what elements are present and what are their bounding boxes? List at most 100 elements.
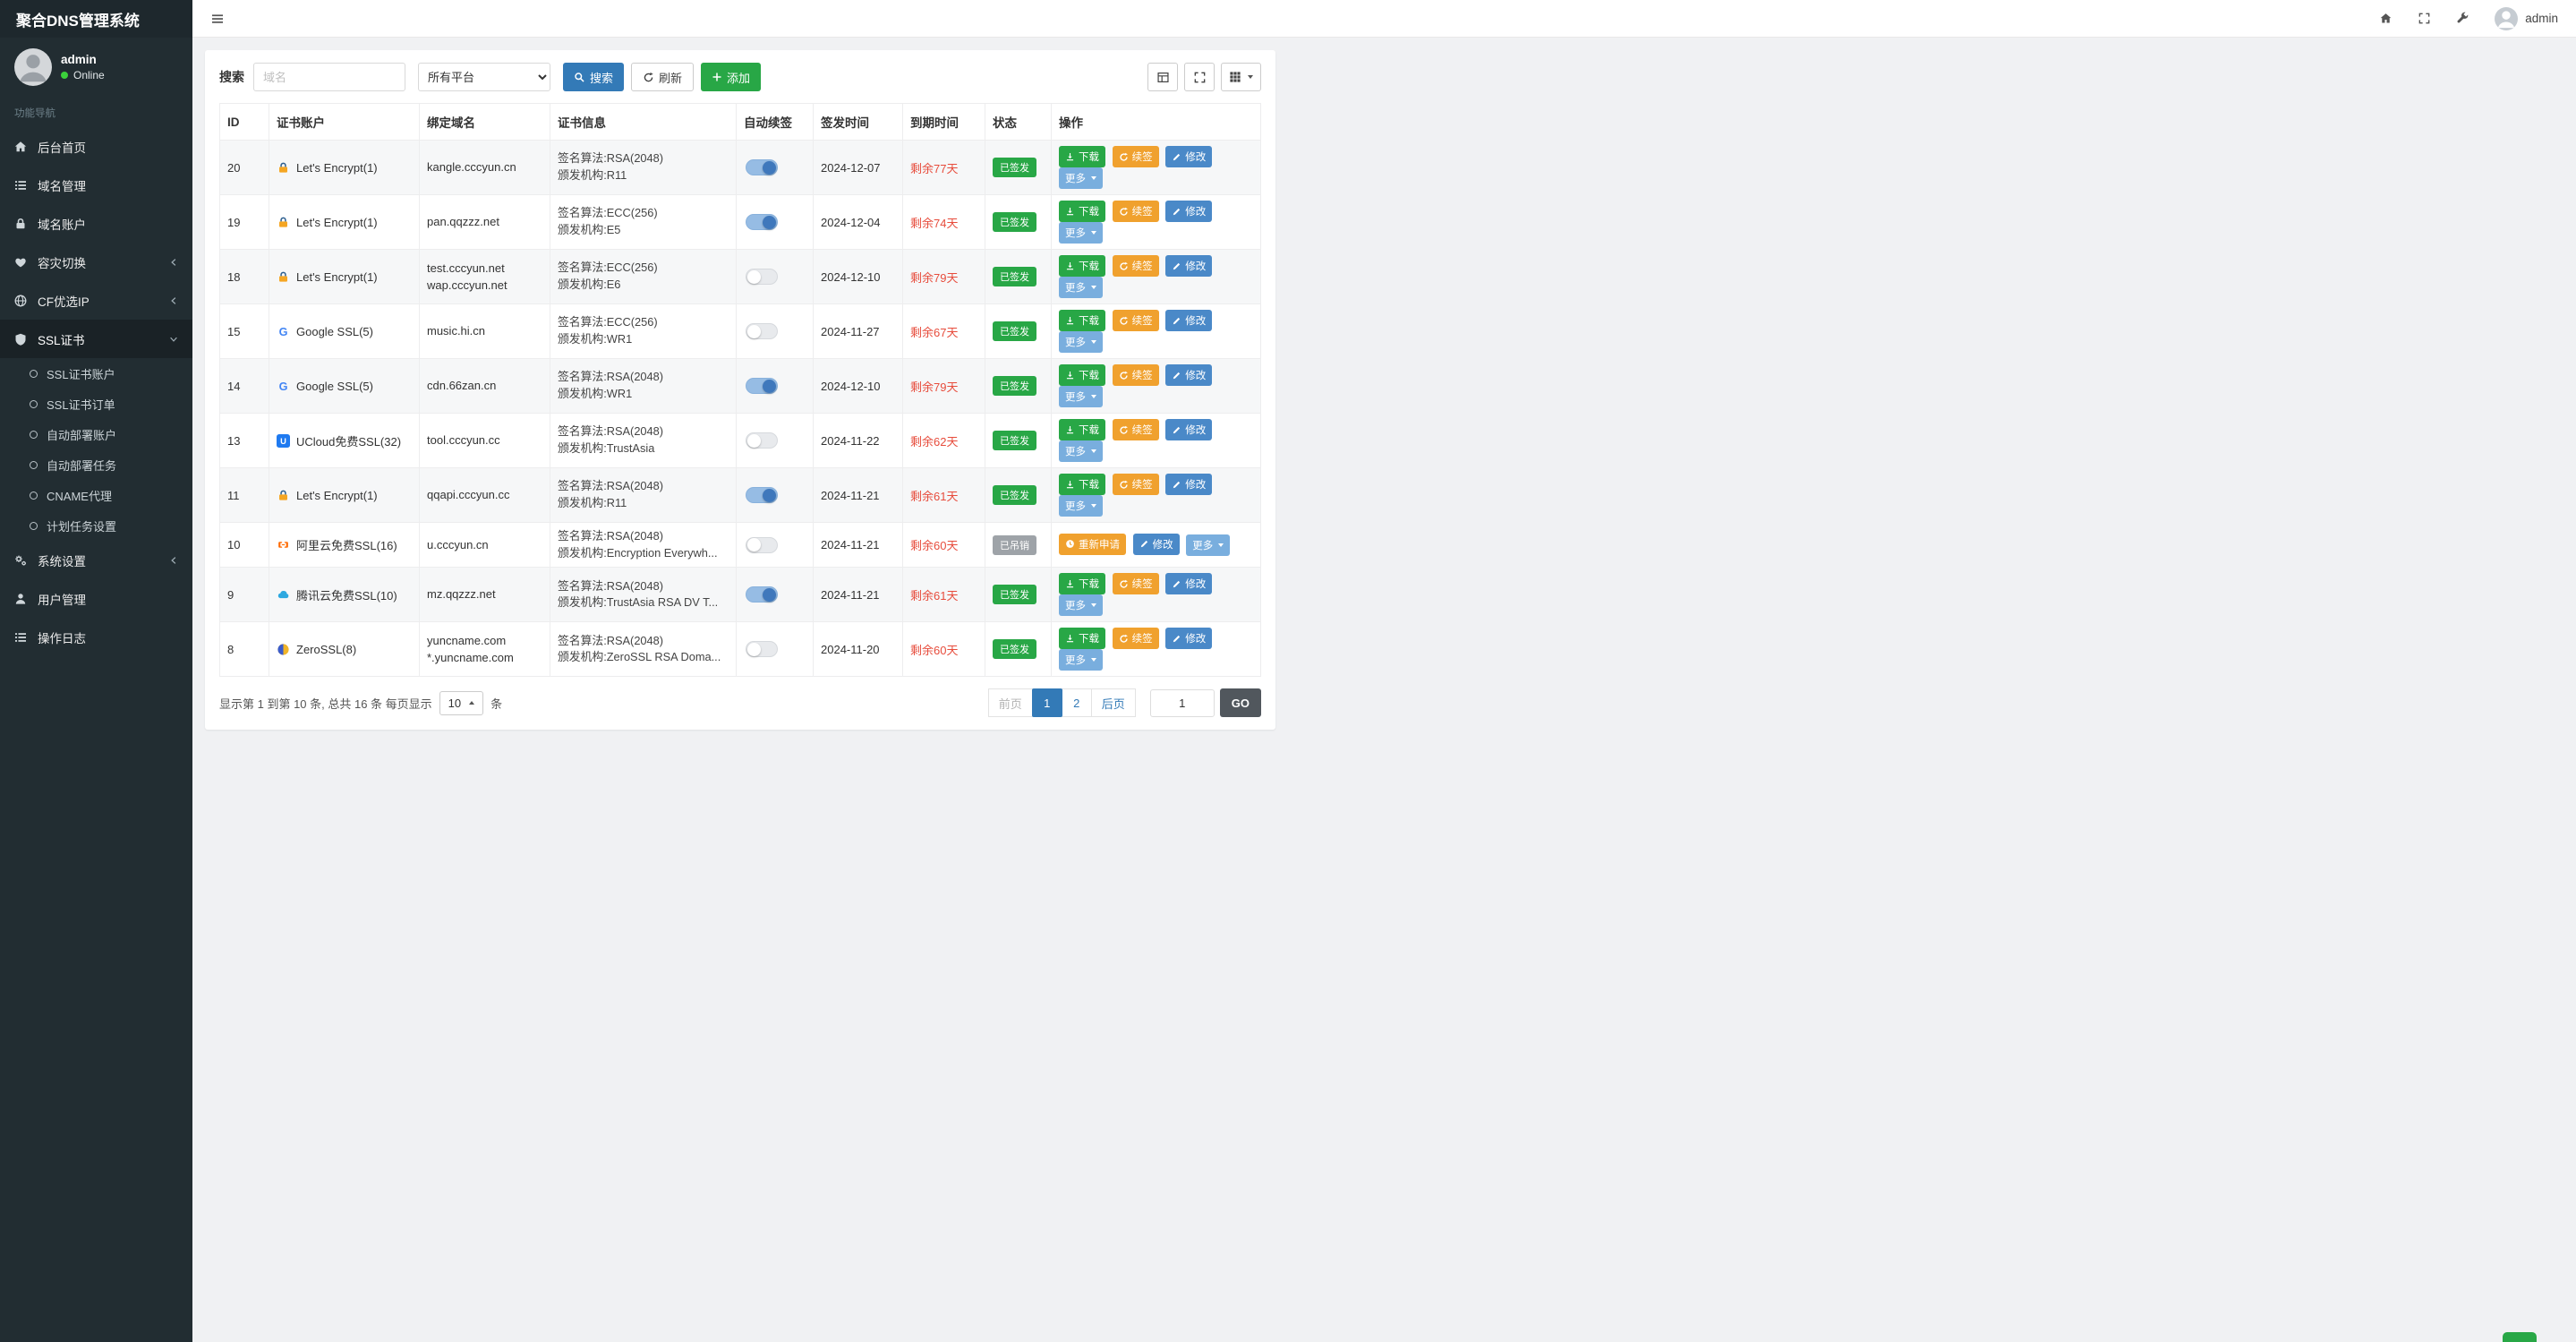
wrench-icon[interactable] [2456, 12, 2469, 25]
auto-renew-toggle[interactable] [746, 269, 778, 285]
page-button-2[interactable]: 2 [1061, 688, 1092, 718]
more-button[interactable]: 更多 [1059, 594, 1103, 617]
sidebar-subitem-ssl-accounts[interactable]: SSL证书账户 [0, 358, 192, 389]
table-fullscreen-button[interactable] [1184, 63, 1215, 91]
renew-button[interactable]: 续签 [1112, 201, 1159, 222]
download-button[interactable]: 下载 [1059, 364, 1105, 386]
download-button[interactable]: 下载 [1059, 628, 1105, 650]
refresh-button[interactable]: 刷新 [631, 63, 695, 91]
renew-button[interactable]: 续签 [1112, 310, 1159, 331]
sidebar-item-domains[interactable]: 域名管理 [0, 166, 192, 204]
page-button-1[interactable]: 1 [1031, 688, 1062, 718]
more-button[interactable]: 更多 [1059, 386, 1103, 407]
home-icon[interactable] [2379, 12, 2393, 25]
auto-renew-toggle[interactable] [746, 586, 778, 603]
sidebar-item-ssl[interactable]: SSL证书 [0, 320, 192, 358]
edit-button[interactable]: 修改 [1165, 573, 1213, 595]
renew-button[interactable]: 续签 [1112, 364, 1159, 386]
sidebar-item-dashboard[interactable]: 后台首页 [0, 127, 192, 166]
edit-button[interactable]: 修改 [1165, 255, 1213, 277]
edit-button[interactable]: 修改 [1165, 310, 1213, 331]
sidebar-item-settings[interactable]: 系统设置 [0, 541, 192, 579]
card-view-button[interactable] [1147, 63, 1178, 91]
sidebar-subitem-ssl-orders[interactable]: SSL证书订单 [0, 389, 192, 419]
edit-button[interactable]: 修改 [1165, 146, 1213, 167]
bound-domain: kangle.cccyun.cn [427, 160, 516, 175]
more-button[interactable]: 更多 [1059, 277, 1103, 298]
edit-button[interactable]: 修改 [1165, 201, 1213, 222]
auto-renew-toggle[interactable] [746, 378, 778, 394]
download-button[interactable]: 下载 [1059, 255, 1105, 277]
prev-page-button[interactable]: 前页 [987, 688, 1033, 718]
account-link[interactable]: ZeroSSL(8) [296, 643, 356, 656]
renew-button[interactable]: 续签 [1112, 255, 1159, 277]
account-link[interactable]: Let's Encrypt(1) [296, 489, 378, 502]
fullscreen-icon[interactable] [2418, 12, 2431, 25]
account-link[interactable]: Let's Encrypt(1) [296, 270, 378, 284]
download-button[interactable]: 下载 [1059, 146, 1105, 167]
edit-button[interactable]: 修改 [1165, 474, 1213, 495]
sidebar-subitem-cron-settings[interactable]: 计划任务设置 [0, 510, 192, 541]
go-button[interactable]: GO [1219, 688, 1261, 718]
add-button[interactable]: 添加 [701, 63, 762, 91]
account-link[interactable]: Let's Encrypt(1) [296, 161, 378, 175]
edit-button[interactable]: 修改 [1132, 533, 1180, 555]
edit-button[interactable]: 修改 [1165, 628, 1213, 650]
more-button[interactable]: 更多 [1059, 167, 1103, 189]
page-size-select[interactable]: 10 [439, 690, 484, 715]
auto-renew-toggle[interactable] [746, 214, 778, 230]
renew-button[interactable]: 续签 [1112, 573, 1159, 595]
download-button[interactable]: 下载 [1059, 573, 1105, 595]
sidebar-subitem-cname-proxy[interactable]: CNAME代理 [0, 480, 192, 510]
auto-renew-toggle[interactable] [746, 536, 778, 553]
edit-button[interactable]: 修改 [1165, 419, 1213, 440]
account-link[interactable]: 阿里云免费SSL(16) [296, 536, 397, 553]
download-button[interactable]: 下载 [1059, 419, 1105, 440]
account-link[interactable]: Google SSL(5) [296, 325, 373, 338]
expire-cell: 剩余60天 [902, 521, 985, 568]
search-input[interactable] [253, 63, 405, 91]
auto-renew-toggle[interactable] [746, 641, 778, 658]
sidebar-subitem-deploy-accounts[interactable]: 自动部署账户 [0, 419, 192, 449]
account-link[interactable]: Google SSL(5) [296, 380, 373, 393]
sidebar-toggle-icon[interactable] [207, 8, 228, 30]
reapply-button[interactable]: 重新申请 [1059, 533, 1126, 555]
sidebar-item-failover[interactable]: 容灾切换 [0, 243, 192, 281]
more-button[interactable]: 更多 [1059, 222, 1103, 244]
renew-button[interactable]: 续签 [1112, 419, 1159, 440]
more-button[interactable]: 更多 [1059, 649, 1103, 671]
next-page-button[interactable]: 后页 [1090, 688, 1136, 718]
app-logo[interactable]: 聚合DNS管理系统 [0, 0, 192, 38]
account-link[interactable]: UCloud免费SSL(32) [296, 432, 401, 449]
account-link[interactable]: 腾讯云免费SSL(10) [296, 586, 397, 603]
edit-button[interactable]: 修改 [1165, 364, 1213, 386]
sidebar-item-domain-accounts[interactable]: 域名账户 [0, 204, 192, 243]
account-link[interactable]: Let's Encrypt(1) [296, 216, 378, 229]
topbar-user-menu[interactable]: admin [2495, 6, 2558, 30]
sidebar-subitem-deploy-tasks[interactable]: 自动部署任务 [0, 449, 192, 480]
sidebar-item-logs[interactable]: 操作日志 [0, 618, 192, 656]
download-button[interactable]: 下载 [1059, 201, 1105, 222]
auto-renew-toggle[interactable] [746, 487, 778, 503]
auto-renew-toggle[interactable] [746, 159, 778, 175]
more-button[interactable]: 更多 [1059, 440, 1103, 462]
renew-button[interactable]: 续签 [1112, 628, 1159, 650]
columns-button[interactable] [1221, 63, 1261, 91]
download-button[interactable]: 下载 [1059, 310, 1105, 331]
sidebar-item-cf-ip[interactable]: CF优选IP [0, 281, 192, 320]
auto-renew-toggle[interactable] [746, 432, 778, 449]
renew-button[interactable]: 续签 [1112, 146, 1159, 167]
more-button[interactable]: 更多 [1059, 331, 1103, 353]
cert-algorithm: 签名算法:RSA(2048) [558, 424, 664, 439]
sidebar-item-users[interactable]: 用户管理 [0, 579, 192, 618]
page-jump-input[interactable] [1149, 688, 1215, 717]
floating-action-button[interactable] [2503, 1332, 2537, 1342]
auto-renew-toggle[interactable] [746, 323, 778, 339]
more-button[interactable]: 更多 [1059, 495, 1103, 517]
download-button[interactable]: 下载 [1059, 474, 1105, 495]
renew-button[interactable]: 续签 [1112, 474, 1159, 495]
platform-select[interactable]: 所有平台 [418, 63, 550, 91]
search-button[interactable]: 搜索 [563, 63, 625, 91]
more-button[interactable]: 更多 [1186, 534, 1231, 557]
status-cell: 已签发 [985, 140, 1052, 195]
